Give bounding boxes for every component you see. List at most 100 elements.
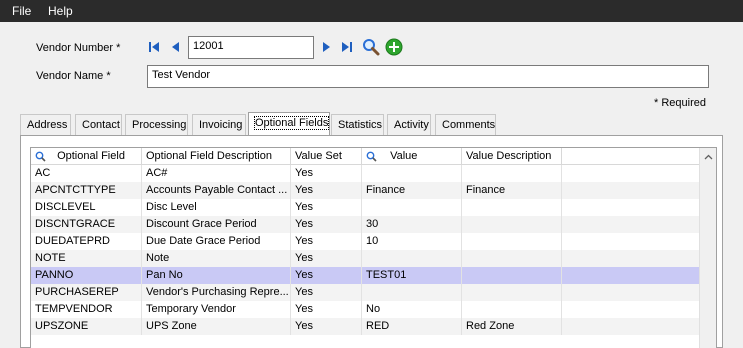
cell-value-set[interactable]: Yes xyxy=(291,182,362,199)
column-header-value-set[interactable]: Value Set xyxy=(291,148,362,165)
cell-filler[interactable] xyxy=(562,216,701,233)
vendor-name-input[interactable]: Test Vendor xyxy=(147,65,709,88)
next-record-icon[interactable] xyxy=(320,41,332,53)
cell-filler[interactable] xyxy=(562,318,701,335)
cell-value[interactable]: Finance xyxy=(362,182,462,199)
tab-contact[interactable]: Contact xyxy=(75,114,122,136)
tab-processing[interactable]: Processing xyxy=(125,114,188,136)
cell-description[interactable]: AC# xyxy=(142,165,291,182)
cell-description[interactable]: Vendor's Purchasing Repre... xyxy=(142,284,291,301)
cell-optional-field[interactable]: APCNTCTTYPE xyxy=(31,182,142,199)
optional-fields-grid: Optional Field Optional Field Descriptio… xyxy=(30,147,717,348)
cell-value[interactable] xyxy=(362,250,462,267)
cell-filler[interactable] xyxy=(562,182,701,199)
tab-address[interactable]: Address xyxy=(20,114,71,136)
cell-description[interactable]: Temporary Vendor xyxy=(142,301,291,318)
cell-optional-field[interactable]: UPSZONE xyxy=(31,318,142,335)
cell-optional-field[interactable]: DISCLEVEL xyxy=(31,199,142,216)
cell-filler[interactable] xyxy=(562,233,701,250)
table-row[interactable]: APCNTCTTYPE Accounts Payable Contact ... Y… xyxy=(31,182,701,199)
cell-filler[interactable] xyxy=(562,199,701,216)
cell-description[interactable]: Discount Grace Period xyxy=(142,216,291,233)
cell-filler[interactable] xyxy=(562,301,701,318)
table-row[interactable]: TEMPVENDOR Temporary Vendor Yes No xyxy=(31,301,701,318)
cell-value-set[interactable]: Yes xyxy=(291,216,362,233)
required-note: * Required xyxy=(654,97,706,109)
scroll-up-icon[interactable] xyxy=(700,148,716,165)
add-new-icon[interactable] xyxy=(385,38,403,56)
cell-description[interactable]: Accounts Payable Contact ... xyxy=(142,182,291,199)
cell-value-set[interactable]: Yes xyxy=(291,199,362,216)
vendor-form: Vendor Number * 12001 Vendor Name * Test… xyxy=(0,22,743,348)
cell-value[interactable] xyxy=(362,165,462,182)
cell-filler[interactable] xyxy=(562,250,701,267)
table-row[interactable]: NOTE Note Yes xyxy=(31,250,701,267)
menu-file[interactable]: File xyxy=(12,4,31,18)
cell-description[interactable]: Disc Level xyxy=(142,199,291,216)
tab-optional-fields[interactable]: Optional Fields xyxy=(248,112,330,136)
column-search-icon[interactable] xyxy=(35,151,46,162)
tab-comments[interactable]: Comments xyxy=(435,114,496,136)
cell-value[interactable] xyxy=(362,284,462,301)
vertical-scrollbar[interactable] xyxy=(699,148,716,348)
cell-value-description[interactable] xyxy=(462,216,562,233)
column-header-value[interactable]: Value xyxy=(362,148,462,165)
table-row[interactable]: DISCNTGRACE Discount Grace Period Yes 30 xyxy=(31,216,701,233)
cell-filler[interactable] xyxy=(562,284,701,301)
table-row[interactable]: PURCHASEREP Vendor's Purchasing Repre... Y… xyxy=(31,284,701,301)
column-header-description[interactable]: Optional Field Description xyxy=(142,148,291,165)
cell-value-description[interactable] xyxy=(462,199,562,216)
cell-value[interactable]: 10 xyxy=(362,233,462,250)
cell-optional-field[interactable]: NOTE xyxy=(31,250,142,267)
cell-value-set[interactable]: Yes xyxy=(291,165,362,182)
cell-value-description[interactable] xyxy=(462,233,562,250)
cell-optional-field[interactable]: PANNO xyxy=(31,267,142,284)
cell-optional-field[interactable]: PURCHASEREP xyxy=(31,284,142,301)
column-header-value-description[interactable]: Value Description xyxy=(462,148,562,165)
menu-help[interactable]: Help xyxy=(48,4,73,18)
cell-value-description[interactable] xyxy=(462,267,562,284)
cell-description[interactable]: Note xyxy=(142,250,291,267)
vendor-number-input[interactable]: 12001 xyxy=(188,36,314,59)
table-row[interactable]: AC AC# Yes xyxy=(31,165,701,182)
cell-value[interactable] xyxy=(362,199,462,216)
cell-value-set[interactable]: Yes xyxy=(291,233,362,250)
cell-description[interactable]: Due Date Grace Period xyxy=(142,233,291,250)
column-search-icon[interactable] xyxy=(366,151,377,162)
cell-value-description[interactable] xyxy=(462,250,562,267)
cell-optional-field[interactable]: AC xyxy=(31,165,142,182)
cell-optional-field[interactable]: DISCNTGRACE xyxy=(31,216,142,233)
table-row[interactable]: UPSZONE UPS Zone Yes RED Red Zone xyxy=(31,318,701,335)
last-record-icon[interactable] xyxy=(341,41,353,53)
cell-value[interactable]: 30 xyxy=(362,216,462,233)
cell-filler[interactable] xyxy=(562,165,701,182)
cell-description[interactable]: UPS Zone xyxy=(142,318,291,335)
previous-record-icon[interactable] xyxy=(170,41,182,53)
tab-activity[interactable]: Activity xyxy=(387,114,431,136)
cell-value-description[interactable] xyxy=(462,284,562,301)
cell-description[interactable]: Pan No xyxy=(142,267,291,284)
cell-filler[interactable] xyxy=(562,267,701,284)
cell-value[interactable]: No xyxy=(362,301,462,318)
first-record-icon[interactable] xyxy=(148,41,160,53)
tab-invoicing[interactable]: Invoicing xyxy=(192,114,246,136)
cell-value-set[interactable]: Yes xyxy=(291,267,362,284)
table-row[interactable]: DUEDATEPRD Due Date Grace Period Yes 10 xyxy=(31,233,701,250)
column-header-optional-field[interactable]: Optional Field xyxy=(31,148,142,165)
cell-value-set[interactable]: Yes xyxy=(291,284,362,301)
cell-value-description[interactable] xyxy=(462,301,562,318)
cell-value-description[interactable]: Finance xyxy=(462,182,562,199)
table-row[interactable]: PANNO Pan No Yes TEST01 xyxy=(31,267,701,284)
cell-value-set[interactable]: Yes xyxy=(291,301,362,318)
cell-optional-field[interactable]: TEMPVENDOR xyxy=(31,301,142,318)
cell-value-description[interactable] xyxy=(462,165,562,182)
cell-value-set[interactable]: Yes xyxy=(291,318,362,335)
finder-search-icon[interactable] xyxy=(362,38,380,56)
cell-value[interactable]: TEST01 xyxy=(362,267,462,284)
tab-statistics[interactable]: Statistics xyxy=(331,114,384,136)
cell-value-description[interactable]: Red Zone xyxy=(462,318,562,335)
cell-value[interactable]: RED xyxy=(362,318,462,335)
table-row[interactable]: DISCLEVEL Disc Level Yes xyxy=(31,199,701,216)
cell-optional-field[interactable]: DUEDATEPRD xyxy=(31,233,142,250)
cell-value-set[interactable]: Yes xyxy=(291,250,362,267)
